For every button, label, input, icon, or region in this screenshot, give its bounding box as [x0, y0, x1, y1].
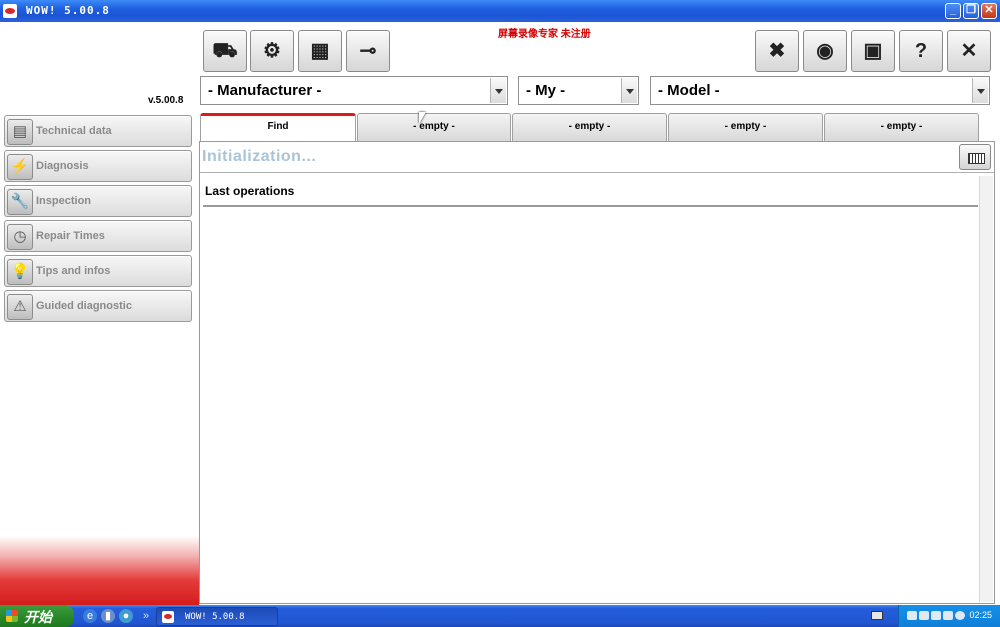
mouse-cursor-icon — [419, 112, 426, 124]
windows-logo-icon — [6, 610, 18, 622]
tab-empty-4[interactable]: - empty - — [824, 113, 979, 141]
sidebar-item-label: Repair Times — [36, 230, 105, 242]
battery-button[interactable]: ▦ — [298, 30, 342, 72]
media-icon[interactable]: ● — [119, 609, 133, 623]
vertical-scrollbar[interactable] — [979, 176, 993, 602]
manufacturer-value: - Manufacturer - — [208, 82, 322, 99]
network-icon[interactable] — [907, 611, 917, 620]
package-icon: ▣ — [863, 40, 883, 62]
chevron-down-icon[interactable] — [972, 78, 988, 103]
model-value: - Model - — [658, 82, 720, 99]
quicklaunch-icon[interactable]: ▮ — [101, 609, 115, 623]
manufacturer-select[interactable]: - Manufacturer - — [200, 76, 508, 105]
exit-button[interactable]: ✕ — [947, 30, 991, 72]
clock[interactable]: 02:25 — [969, 610, 992, 620]
wrench-icon: 🔧 — [7, 189, 33, 215]
start-button[interactable]: 开始 — [0, 605, 74, 627]
tray-icon[interactable] — [919, 611, 929, 620]
tab-empty-2[interactable]: - empty - — [512, 113, 667, 141]
sidebar-item-label: Guided diagnostic — [36, 300, 132, 312]
close-window-button[interactable]: ✕ — [981, 3, 997, 19]
sidebar-item-repair-times[interactable]: ◷ Repair Times — [4, 220, 192, 252]
quicklaunch-expand-icon[interactable]: » — [139, 609, 153, 623]
clock-icon: ◷ — [7, 224, 33, 250]
keyboard-tray-icon[interactable] — [871, 611, 883, 620]
divider — [200, 172, 994, 173]
taskbar-item-wow[interactable]: WOW! 5.00.8 — [156, 607, 278, 626]
connector-button[interactable]: ⊸ — [346, 30, 390, 72]
model-select[interactable]: - Model - — [650, 76, 990, 105]
vci-button[interactable]: ◉ — [803, 30, 847, 72]
my-select[interactable]: - My - — [518, 76, 639, 105]
ie-icon[interactable]: e — [83, 609, 97, 623]
keyboard-icon[interactable] — [959, 144, 991, 170]
sidebar-item-label: Technical data — [36, 125, 112, 137]
app-icon — [162, 611, 174, 623]
guided-diagnostic-icon: ⚠ — [7, 294, 33, 320]
technical-data-icon: ▤ — [7, 119, 33, 145]
car-stack-icon: ⛟ — [212, 40, 238, 62]
divider — [203, 205, 978, 207]
window-title: WOW! 5.00.8 — [26, 4, 110, 17]
engine-icon: ⚙ — [263, 40, 281, 62]
battery-icon: ▦ — [310, 40, 330, 62]
chevron-down-icon[interactable] — [490, 78, 506, 103]
volume-icon[interactable] — [943, 611, 953, 620]
tab-empty-1[interactable]: - empty - — [357, 113, 511, 141]
vci-signal-icon: ◉ — [816, 40, 834, 62]
lightbulb-icon: 💡 — [7, 259, 33, 285]
app-icon[interactable] — [3, 4, 17, 18]
close-icon: ✕ — [960, 40, 978, 62]
vehicle-list-button[interactable]: ⛟ — [203, 30, 247, 72]
minimize-button[interactable]: _ — [945, 3, 961, 19]
system-tray: 02:25 — [898, 605, 1000, 627]
watermark-text: 屏幕录像专家 未注册 — [498, 29, 591, 40]
restore-button[interactable]: ❐ — [963, 3, 979, 19]
sidebar-item-label: Diagnosis — [36, 160, 89, 172]
connector-icon: ⊸ — [359, 40, 377, 62]
sidebar-item-label: Inspection — [36, 195, 92, 207]
chevron-down-icon[interactable] — [621, 78, 637, 103]
version-label: v.5.00.8 — [148, 95, 184, 106]
sidebar-item-guided-diagnostic[interactable]: ⚠ Guided diagnostic — [4, 290, 192, 322]
settings-tools-button[interactable]: ✖ — [755, 30, 799, 72]
taskbar-item-label: WOW! 5.00.8 — [185, 612, 245, 622]
my-value: - My - — [526, 82, 566, 99]
help-button[interactable]: ? — [899, 30, 943, 72]
diagnosis-icon: ⚡ — [7, 154, 33, 180]
question-icon: ? — [914, 40, 928, 62]
clock-tray-icon[interactable] — [955, 611, 965, 620]
package-button[interactable]: ▣ — [851, 30, 895, 72]
window-title-bar: WOW! 5.00.8 _ ❐ ✕ — [0, 0, 1000, 22]
tab-empty-3[interactable]: - empty - — [668, 113, 823, 141]
tab-find[interactable]: Find — [200, 113, 356, 142]
tray-icon[interactable] — [931, 611, 941, 620]
sidebar-item-technical-data[interactable]: ▤ Technical data — [4, 115, 192, 147]
tools-icon: ✖ — [768, 40, 786, 62]
initialization-status: Initialization... — [202, 148, 317, 165]
sidebar: ▤ Technical data ⚡ Diagnosis 🔧 Inspectio… — [0, 110, 199, 605]
sidebar-item-label: Tips and infos — [36, 265, 111, 277]
main-panel — [199, 141, 995, 604]
engine-button[interactable]: ⚙ — [250, 30, 294, 72]
last-operations-title: Last operations — [205, 184, 295, 198]
sidebar-item-inspection[interactable]: 🔧 Inspection — [4, 185, 192, 217]
sidebar-item-diagnosis[interactable]: ⚡ Diagnosis — [4, 150, 192, 182]
sidebar-item-tips-and-infos[interactable]: 💡 Tips and infos — [4, 255, 192, 287]
start-label: 开始 — [24, 609, 52, 625]
taskbar: 开始 e ▮ ● » WOW! 5.00.8 02:25 — [0, 605, 1000, 627]
